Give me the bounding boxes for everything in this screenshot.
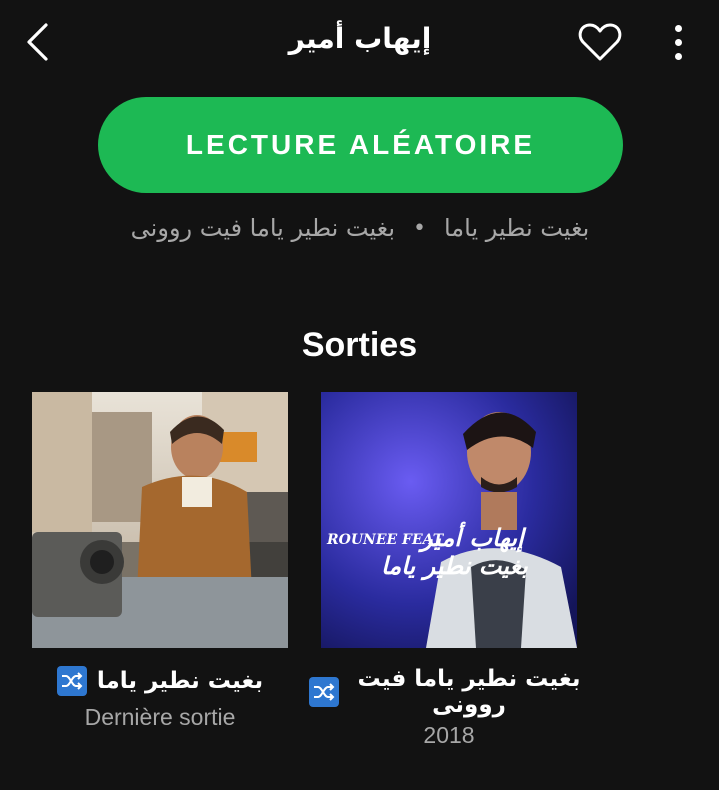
artist-page: إيهاب أمير LECTURE ALÉATOIRE بغيت نطير ي… (0, 0, 719, 790)
more-vertical-icon (674, 24, 682, 32)
album-cover: إيهاب أمير ROUNEE FEAT بغيت نطير ياما (321, 392, 577, 648)
heart-outline-icon (578, 23, 622, 61)
chevron-left-icon (27, 23, 48, 61)
release-card-latest[interactable]: بغيت نطير ياما Dernière sortie (32, 392, 288, 731)
release-title-row: بغيت نطير ياما فيت روونى (299, 666, 599, 718)
release-title: بغيت نطير ياما (96, 668, 264, 694)
shuffle-icon (309, 677, 339, 707)
album-cover (32, 392, 288, 648)
release-title-row: بغيت نطير ياما (32, 666, 288, 696)
top-bar: إيهاب أمير (0, 0, 719, 86)
release-title: بغيت نطير ياما فيت روونى (357, 666, 581, 718)
featured-track-1[interactable]: بغيت نطير ياما (444, 214, 589, 242)
back-button[interactable] (16, 18, 60, 66)
shuffle-play-label: LECTURE ALÉATOIRE (185, 129, 536, 160)
releases-heading: Sorties (301, 326, 418, 364)
release-card-2018[interactable]: إيهاب أمير ROUNEE FEAT بغيت نطير ياما بغ… (309, 392, 581, 749)
release-subtitle: Dernière sortie (84, 704, 236, 730)
artist-name-title: إيهاب أمير (288, 22, 432, 55)
like-button[interactable] (574, 16, 626, 68)
more-options-button[interactable] (660, 14, 696, 70)
featured-tracks: بغيت نطير ياما • بغيت نطير ياما فيت روون… (60, 206, 660, 250)
featured-track-2[interactable]: بغيت نطير ياما فيت روونى (131, 214, 395, 242)
cover-song-text: بغيت نطير ياما (381, 552, 528, 580)
cover-feat-text: ROUNEE FEAT (327, 532, 444, 548)
shuffle-play-button[interactable]: LECTURE ALÉATOIRE (98, 97, 623, 193)
shuffle-icon (56, 666, 87, 696)
release-subtitle: 2018 (423, 722, 475, 748)
featured-separator: • (413, 215, 426, 241)
